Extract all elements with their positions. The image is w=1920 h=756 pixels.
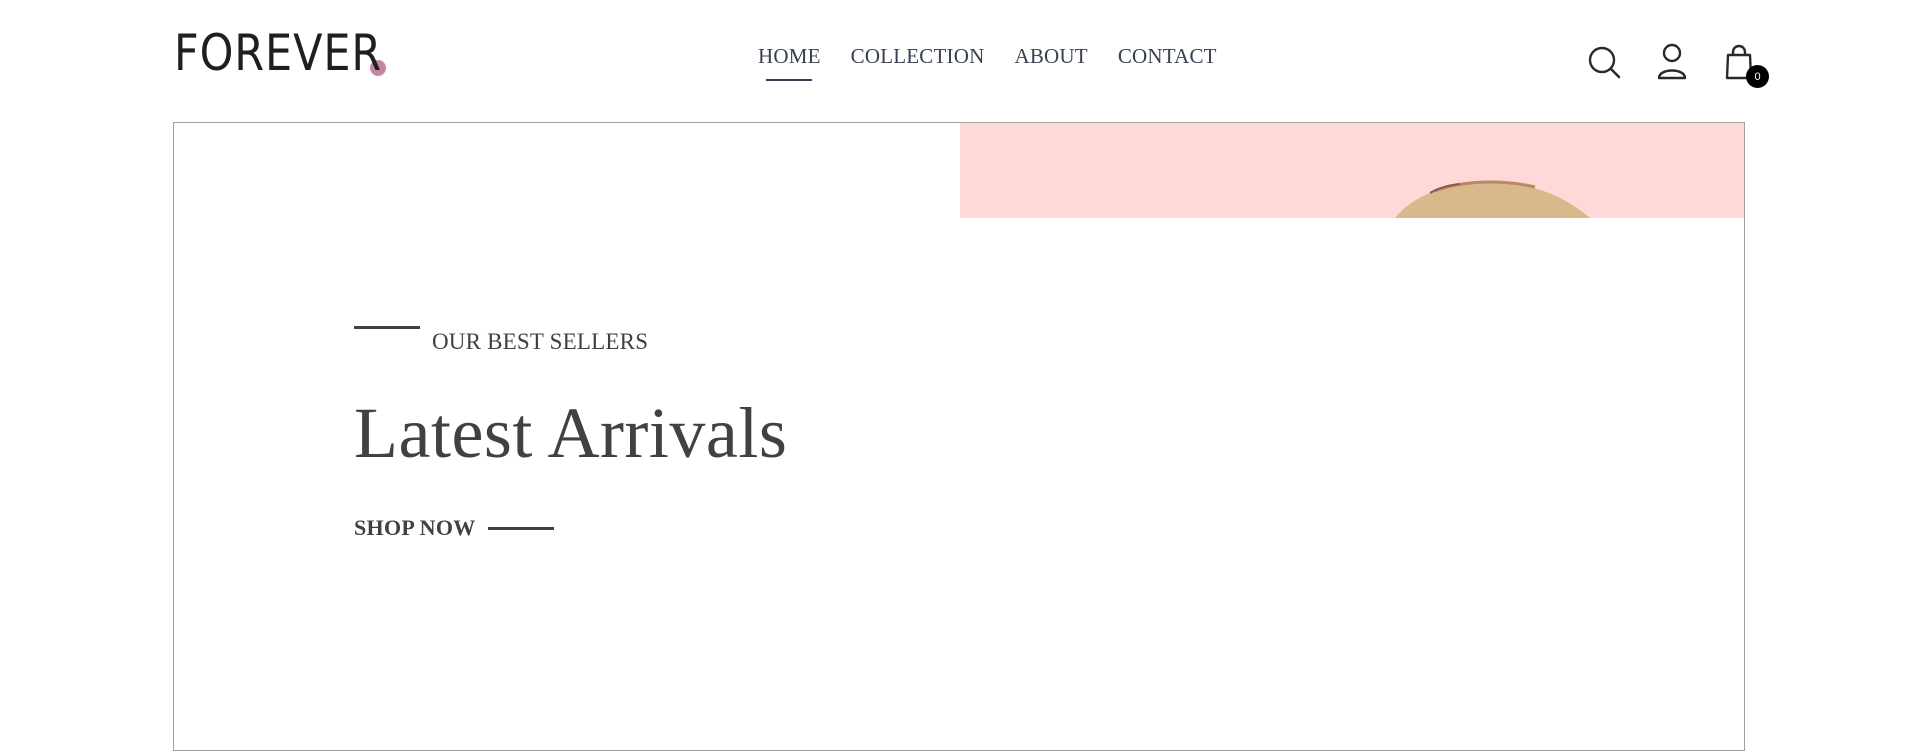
hero-eyebrow-text: OUR BEST SELLERS [432,329,649,354]
nav-contact[interactable]: CONTACT [1118,44,1217,69]
hero-eyebrow: OUR BEST SELLERS [354,323,787,355]
search-icon [1588,46,1621,79]
shop-now-label[interactable]: SHOP NOW [354,515,476,541]
eyebrow-divider [354,326,420,329]
hero-title: Latest Arrivals [354,393,788,473]
search-button[interactable] [1586,42,1624,82]
hero-banner: OUR BEST SELLERS Latest Arrivals SHOP NO… [173,122,1745,751]
shop-now-divider [487,526,554,530]
brand-logo[interactable]: FOREVER [174,28,386,78]
user-icon [1657,43,1687,80]
profile-button[interactable] [1653,42,1691,82]
nav-home[interactable]: HOME [758,44,821,69]
cart-count-badge: 0 [1746,65,1769,88]
site-header: FOREVER HOME COLLECTION ABOUT CONTACT 0 [0,0,1920,122]
hero-image [960,123,1744,218]
nav-collection[interactable]: COLLECTION [851,44,985,69]
hero-model-image [960,123,1744,218]
header-actions: 0 [1586,42,1769,88]
shop-now-link[interactable]: SHOP NOW [354,515,787,541]
nav-about[interactable]: ABOUT [1014,44,1087,69]
brand-logo-text[interactable]: FOREVER [174,28,381,78]
hero-content: OUR BEST SELLERS Latest Arrivals SHOP NO… [354,323,787,541]
main-nav: HOME COLLECTION ABOUT CONTACT [758,44,1217,69]
cart-button[interactable]: 0 [1720,42,1769,88]
